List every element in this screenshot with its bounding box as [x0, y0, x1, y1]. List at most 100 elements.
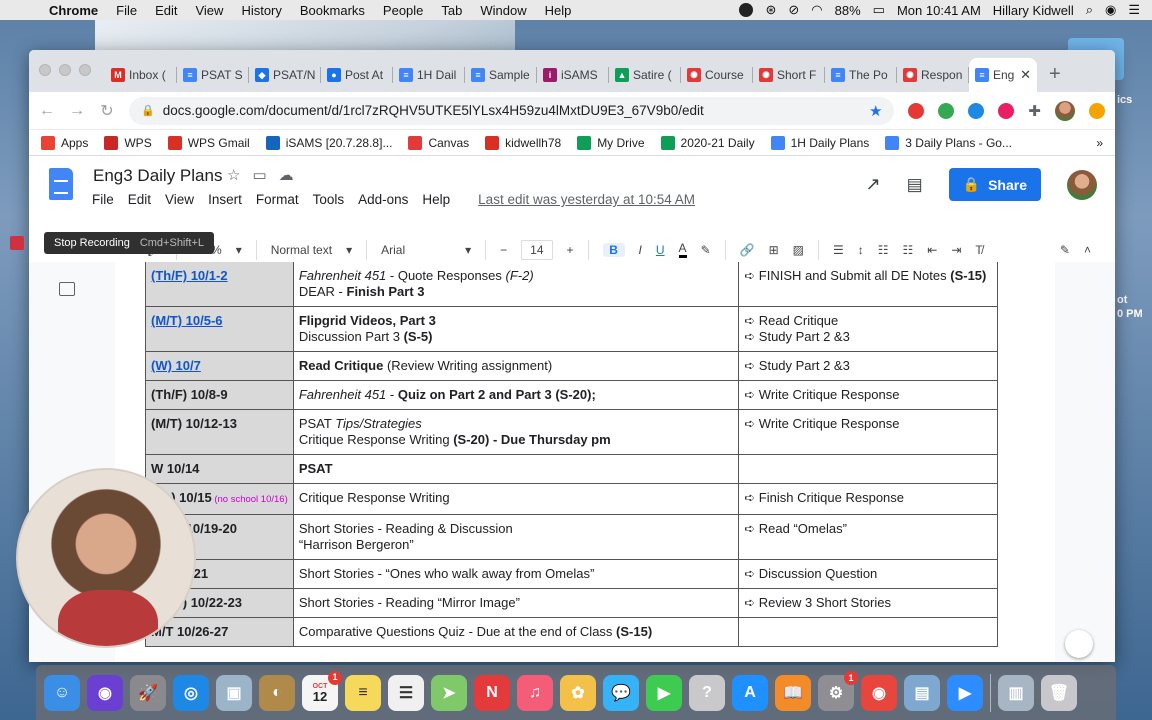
stop-recording-icon[interactable]: [10, 236, 24, 250]
numbered-list-icon[interactable]: ☷: [878, 243, 889, 257]
bulleted-list-icon[interactable]: ☷: [903, 243, 914, 257]
lock-icon[interactable]: 🔒: [141, 104, 155, 117]
cloud-status-icon[interactable]: ☁: [279, 166, 294, 184]
menu-edit[interactable]: Edit: [146, 3, 186, 18]
homework-cell[interactable]: ➪ Discussion Question: [738, 559, 998, 589]
browser-tab[interactable]: ≡ 1H Dail: [393, 58, 465, 92]
date-cell[interactable]: (M/T) 10/5-6: [145, 306, 294, 352]
bookmark-item[interactable]: Canvas: [408, 135, 469, 150]
forward-icon[interactable]: →: [69, 102, 85, 120]
recording-status-icon[interactable]: [739, 3, 754, 17]
homework-cell[interactable]: ➪ Write Critique Response: [738, 380, 998, 410]
back-icon[interactable]: ←: [39, 102, 55, 120]
blue-extension-icon[interactable]: [968, 102, 985, 119]
document-title[interactable]: Eng3 Daily Plans: [93, 166, 222, 186]
star-icon[interactable]: ☆: [227, 166, 240, 184]
account-avatar[interactable]: [1067, 169, 1097, 200]
activity-cell[interactable]: Fahrenheit 451 - Quote Responses (F-2) DE…: [292, 262, 740, 307]
green-extension-icon[interactable]: [938, 102, 955, 119]
activity-cell[interactable]: PSAT: [292, 454, 740, 484]
activity-cell[interactable]: Comparative Questions Quiz - Due at the …: [292, 617, 740, 647]
new-tab-button[interactable]: +: [1049, 63, 1061, 86]
homework-cell[interactable]: [738, 454, 998, 484]
bookmark-star-icon[interactable]: ★: [869, 102, 882, 120]
activity-trend-icon[interactable]: ↗: [865, 174, 880, 195]
battery-percent[interactable]: 88%: [835, 3, 861, 18]
homework-cell[interactable]: ➪ Read Critique ➪ Study Part 2 &3: [738, 306, 998, 352]
docs-menu-tools[interactable]: Tools: [313, 192, 352, 207]
bookmark-item[interactable]: My Drive: [577, 135, 645, 150]
extensions-puzzle-icon[interactable]: ✚: [1028, 102, 1041, 120]
bold-icon[interactable]: B: [602, 242, 625, 257]
docs-menu-edit[interactable]: Edit: [128, 192, 158, 207]
chevron-down-icon[interactable]: ▾: [236, 243, 242, 257]
italic-icon[interactable]: I: [639, 243, 642, 257]
homework-cell[interactable]: [738, 617, 998, 647]
last-edit-link[interactable]: Last edit was yesterday at 10:54 AM: [478, 192, 702, 207]
activity-cell[interactable]: Short Stories - “Ones who walk away from…: [292, 559, 740, 589]
menu-help[interactable]: Help: [536, 3, 581, 18]
bookmark-item[interactable]: kidwellh78: [485, 135, 561, 150]
increase-indent-icon[interactable]: ⇥: [951, 243, 961, 257]
help-dock-icon[interactable]: ?: [689, 674, 725, 711]
adblock-extension-icon[interactable]: [908, 102, 925, 119]
chrome-dock-icon[interactable]: ◉: [861, 674, 897, 711]
browser-tab[interactable]: ✺ Short F: [753, 58, 825, 92]
font-select[interactable]: Arial: [381, 243, 451, 257]
browser-tab[interactable]: ◆ PSAT/N: [249, 58, 321, 92]
move-folder-icon[interactable]: ▭: [252, 166, 266, 184]
browser-tab[interactable]: ≡ PSAT S: [177, 58, 249, 92]
document-page[interactable]: (Th/F) 10/1-2 Fahrenheit 451 - Quote Resp…: [115, 262, 1055, 662]
docs-menu-view[interactable]: View: [165, 192, 201, 207]
siri-menu-icon[interactable]: ◉: [1105, 2, 1116, 18]
homework-cell[interactable]: ➪ FINISH and Submit all DE Notes (S-15): [738, 262, 998, 307]
contacts-dock-icon[interactable]: ◐: [259, 674, 295, 711]
bookmark-item[interactable]: 3 Daily Plans - Go...: [885, 135, 1012, 150]
date-link[interactable]: (M/T) 10/5-6: [151, 313, 223, 328]
style-select[interactable]: Normal text: [271, 243, 332, 257]
date-cell[interactable]: (Th/F) 10/8-9: [145, 380, 294, 410]
date-cell[interactable]: (W) 10/7: [145, 351, 294, 381]
webcam-overlay[interactable]: [16, 468, 196, 648]
close-tab-icon[interactable]: ✕: [1020, 67, 1031, 83]
docs-menu-file[interactable]: File: [92, 192, 121, 207]
chevron-down-icon[interactable]: ▾: [346, 243, 352, 257]
photos-dock-icon[interactable]: ✿: [560, 674, 596, 711]
menu-app-name[interactable]: Chrome: [40, 3, 107, 18]
spotlight-search-icon[interactable]: ⌕: [1086, 2, 1093, 18]
insert-link-icon[interactable]: 🔗: [740, 243, 755, 257]
homework-cell[interactable]: ➪ Review 3 Short Stories: [738, 588, 998, 618]
messages-dock-icon[interactable]: 💬: [603, 674, 639, 711]
minimize-window-button[interactable]: [59, 64, 71, 76]
date-link[interactable]: (W) 10/7: [151, 358, 201, 373]
browser-tab[interactable]: ≡ The Po: [825, 58, 897, 92]
siri-dock-icon[interactable]: ◉: [87, 674, 123, 711]
homework-cell[interactable]: ➪ Study Part 2 &3: [738, 351, 998, 381]
chevron-down-icon[interactable]: ▾: [465, 243, 471, 257]
browser-tab[interactable]: ≡ Sample: [465, 58, 537, 92]
browser-tab[interactable]: ● Post At: [321, 58, 393, 92]
browser-tab[interactable]: ✺ Course: [681, 58, 753, 92]
homework-cell[interactable]: ➪ Write Critique Response: [738, 409, 998, 455]
date-cell[interactable]: (Th/F) 10/1-2: [145, 262, 294, 307]
docs-logo-icon[interactable]: [49, 168, 73, 200]
underline-icon[interactable]: U: [656, 243, 665, 257]
image-capture-dock-icon[interactable]: ▤: [904, 674, 940, 711]
line-spacing-icon[interactable]: ↕: [858, 243, 864, 257]
menu-history[interactable]: History: [232, 3, 290, 18]
text-color-icon[interactable]: A: [678, 241, 687, 258]
news-dock-icon[interactable]: N: [474, 674, 510, 711]
activity-cell[interactable]: Short Stories - Reading “Mirror Image”: [292, 588, 740, 618]
highlight-icon[interactable]: ✎: [701, 243, 711, 257]
reload-icon[interactable]: ↻: [99, 101, 115, 121]
more-bookmarks-icon[interactable]: »: [1096, 136, 1103, 150]
wifi-icon[interactable]: ◠: [811, 2, 822, 18]
launchpad-dock-icon[interactable]: 🚀: [130, 674, 166, 711]
insert-image-icon[interactable]: ▨: [793, 243, 804, 257]
address-bar[interactable]: 🔒 docs.google.com/document/d/1rcl7zRQHV5…: [129, 96, 895, 125]
editing-mode-icon[interactable]: ✎: [1060, 243, 1070, 257]
comments-icon[interactable]: ▤: [907, 175, 923, 195]
creative-cloud-icon[interactable]: ⊛: [765, 2, 776, 18]
menu-people[interactable]: People: [374, 3, 432, 18]
increase-font-size-icon[interactable]: +: [567, 243, 574, 257]
